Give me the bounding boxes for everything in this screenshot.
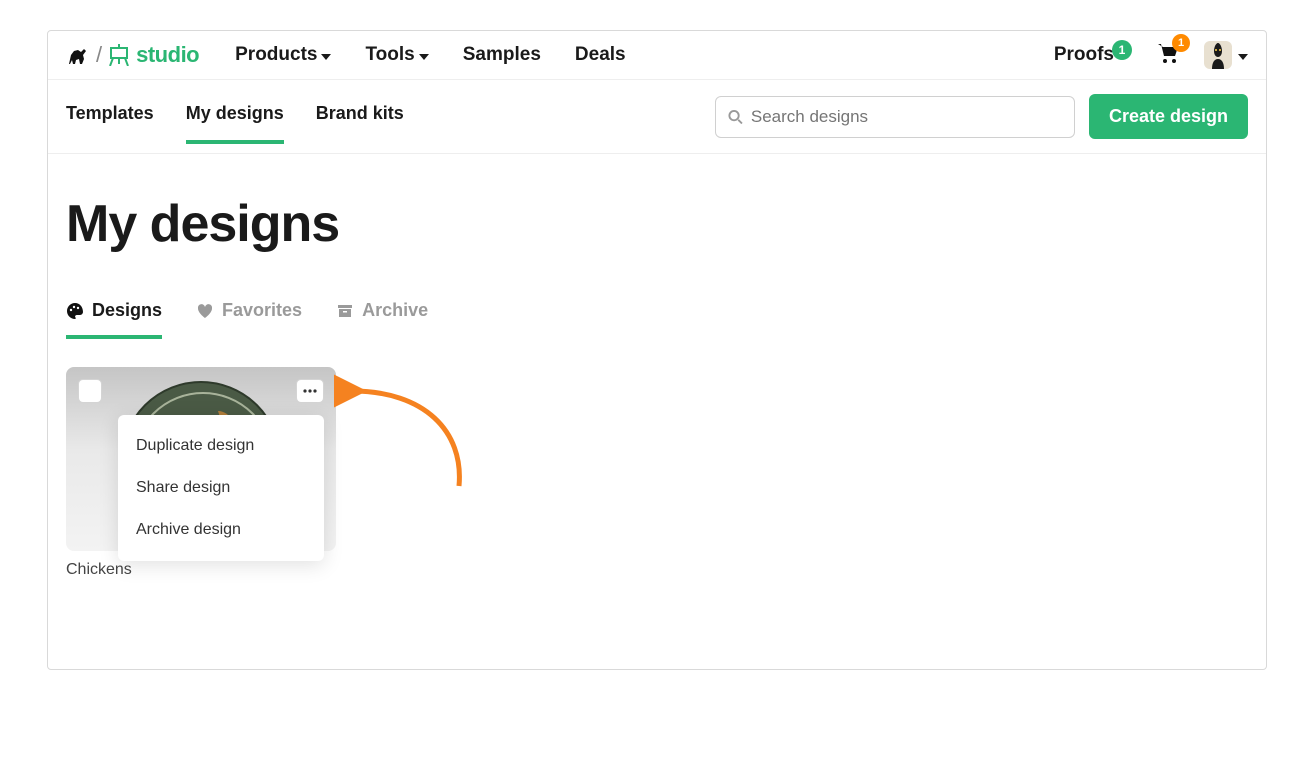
filter-designs-label: Designs: [92, 300, 162, 321]
sub-nav: Templates My designs Brand kits Create d…: [48, 80, 1266, 154]
card-checkbox[interactable]: [78, 379, 102, 403]
subnav-tabs: Templates My designs Brand kits: [66, 103, 404, 130]
card-more-button[interactable]: [296, 379, 324, 403]
nav-links: Products Tools Samples Deals: [235, 44, 625, 66]
create-design-button[interactable]: Create design: [1089, 94, 1248, 139]
proofs-link[interactable]: Proofs 1: [1054, 44, 1132, 66]
tab-my-designs[interactable]: My designs: [186, 103, 284, 144]
main-content: My designs Designs Favorites Archive: [48, 154, 1266, 669]
brand[interactable]: / studio: [66, 42, 199, 68]
nav-products[interactable]: Products: [235, 44, 331, 66]
proofs-label: Proofs: [1054, 44, 1114, 66]
page-title: My designs: [66, 194, 1248, 254]
proofs-badge: 1: [1112, 40, 1132, 60]
tab-brand-kits[interactable]: Brand kits: [316, 103, 404, 144]
account-menu[interactable]: [1204, 41, 1248, 69]
nav-deals[interactable]: Deals: [575, 44, 626, 66]
top-nav-right: Proofs 1 1: [1054, 41, 1248, 69]
chevron-down-icon: [419, 54, 429, 60]
chevron-down-icon: [1238, 54, 1248, 60]
filter-favorites-label: Favorites: [222, 300, 302, 321]
card-title: Chickens: [66, 561, 366, 579]
card-context-menu: Duplicate design Share design Archive de…: [118, 415, 324, 561]
search-icon: [728, 109, 743, 125]
chevron-down-icon: [321, 54, 331, 60]
slash-separator: /: [96, 42, 102, 68]
top-nav: / studio Products Tools Samples Deals Pr…: [48, 31, 1266, 80]
more-icon: [303, 389, 317, 393]
nav-products-label: Products: [235, 44, 317, 66]
horse-icon: [66, 44, 90, 66]
filter-favorites[interactable]: Favorites: [196, 300, 302, 339]
search-input[interactable]: [751, 107, 1062, 127]
nav-deals-label: Deals: [575, 44, 626, 66]
filter-archive-label: Archive: [362, 300, 428, 321]
cart-badge: 1: [1172, 34, 1190, 52]
card-area: Chickens Duplicate design Share design A…: [66, 367, 366, 579]
brand-name: studio: [136, 42, 199, 68]
nav-tools[interactable]: Tools: [365, 44, 428, 66]
nav-tools-label: Tools: [365, 44, 414, 66]
menu-archive[interactable]: Archive design: [118, 509, 324, 551]
archive-icon: [336, 302, 354, 320]
heart-icon: [196, 302, 214, 320]
subnav-right: Create design: [715, 94, 1248, 139]
menu-share[interactable]: Share design: [118, 467, 324, 509]
menu-duplicate[interactable]: Duplicate design: [118, 425, 324, 467]
filter-tabs: Designs Favorites Archive: [66, 300, 1248, 339]
nav-samples-label: Samples: [463, 44, 541, 66]
palette-icon: [66, 302, 84, 320]
filter-designs[interactable]: Designs: [66, 300, 162, 339]
avatar: [1204, 41, 1232, 69]
nav-samples[interactable]: Samples: [463, 44, 541, 66]
app-frame: / studio Products Tools Samples Deals Pr…: [47, 30, 1267, 670]
filter-archive[interactable]: Archive: [336, 300, 428, 339]
tab-templates[interactable]: Templates: [66, 103, 154, 144]
search-field[interactable]: [715, 96, 1075, 138]
cart-button[interactable]: 1: [1156, 42, 1180, 69]
annotation-arrow: [334, 361, 494, 501]
easel-icon: [108, 44, 130, 66]
